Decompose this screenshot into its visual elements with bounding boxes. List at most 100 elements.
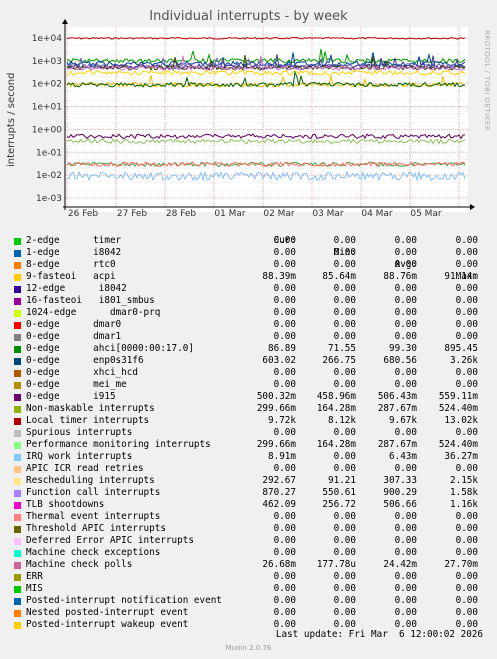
legend-min: 0.00 — [333, 523, 356, 534]
legend-name: 0-edge dmar1 — [26, 331, 122, 342]
legend-swatch — [14, 406, 21, 413]
legend-avg: 0.00 — [394, 511, 417, 522]
x-tick-label: 01 Mar — [214, 209, 246, 219]
legend-row: 0-edge i915 500.32m 458.96m 506.43m 559.11m — [0, 391, 497, 403]
legend-avg: 0.00 — [394, 283, 417, 294]
legend-row: 1-edge i8042 0.00 0.00 0.00 0.00 — [0, 247, 497, 259]
x-tick-label: 26 Feb — [68, 209, 99, 219]
x-tick-label: 02 Mar — [263, 209, 295, 219]
legend-row: Spurious interrupts 0.00 0.00 0.00 0.00 — [0, 427, 497, 439]
legend-swatch — [14, 298, 21, 305]
legend-cur: 0.00 — [273, 595, 296, 606]
legend-swatch — [14, 514, 21, 521]
legend-name: MIS — [26, 583, 43, 594]
legend-avg: 0.00 — [394, 331, 417, 342]
legend-row: 0-edge mei_me 0.00 0.00 0.00 0.00 — [0, 379, 497, 391]
legend-min: 91.21 — [328, 475, 356, 486]
legend-name: 2-edge timer — [26, 235, 122, 246]
legend-avg: 0.00 — [394, 379, 417, 390]
legend-cur: 0.00 — [273, 307, 296, 318]
legend-name: Thermal event interrupts — [26, 511, 161, 522]
x-tick-label: 05 Mar — [410, 209, 442, 219]
legend-row: 8-edge rtc0 0.00 0.00 0.00 0.00 — [0, 259, 497, 271]
y-tick-label: 1e-02 — [36, 171, 62, 181]
legend-cur: 0.00 — [273, 283, 296, 294]
legend-max: 91.14m — [444, 271, 478, 282]
legend-row: Nested posted-interrupt event 0.00 0.00 0.0… — [0, 607, 497, 619]
legend-row: Threshold APIC interrupts 0.00 0.00 0.00 0.0… — [0, 523, 497, 535]
legend-name: 0-edge enp0s31f6 — [26, 355, 144, 366]
legend-name: 0-edge dmar0 — [26, 319, 122, 330]
legend-swatch — [14, 370, 21, 377]
legend-swatch — [14, 538, 21, 545]
legend-row: 0-edge dmar1 0.00 0.00 0.00 0.00 — [0, 331, 497, 343]
legend-avg: 0.00 — [394, 367, 417, 378]
x-tick-label: 28 Feb — [166, 209, 197, 219]
legend-max: 0.00 — [455, 235, 478, 246]
legend-name: TLB shootdowns — [26, 499, 105, 510]
legend-swatch — [14, 310, 21, 317]
legend-swatch — [14, 526, 21, 533]
legend-min: 458.96m — [316, 391, 356, 402]
legend-avg: 0.00 — [394, 247, 417, 258]
y-tick-label: 1e+01 — [32, 103, 62, 113]
legend-cur: 88.39m — [262, 271, 296, 282]
legend-avg: 287.67m — [377, 439, 417, 450]
legend-row: Rescheduling interrupts 292.67 91.21 307.33… — [0, 475, 497, 487]
legend-row: Thermal event interrupts 0.00 0.00 0.00 0.00 — [0, 511, 497, 523]
legend-row: Performance monitoring interrupts 299.66m… — [0, 439, 497, 451]
legend-swatch — [14, 562, 21, 569]
legend-swatch — [14, 466, 21, 473]
legend-row: 0-edge xhci_hcd 0.00 0.00 0.00 0.00 — [0, 367, 497, 379]
legend-name: APIC ICR read retries — [26, 463, 144, 474]
legend-cur: 0.00 — [273, 523, 296, 534]
legend-min: 0.00 — [333, 367, 356, 378]
legend-min: 0.00 — [333, 379, 356, 390]
legend-swatch — [14, 550, 21, 557]
y-tick-label: 1e+00 — [32, 125, 63, 135]
legend-swatch — [14, 610, 21, 617]
legend-min: 0.00 — [333, 307, 356, 318]
legend-cur: 0.00 — [273, 547, 296, 558]
legend-row: MIS 0.00 0.00 0.00 0.00 — [0, 583, 497, 595]
legend-name: 0-edge mei_me — [26, 379, 127, 390]
legend-name: 1024-edge dmar0-prq — [26, 307, 161, 318]
legend-max: 27.70m — [444, 559, 478, 570]
x-tick-label: 04 Mar — [361, 209, 393, 219]
legend-name: 12-edge i8042 — [26, 283, 127, 294]
legend-row: 1024-edge dmar0-prq 0.00 0.00 0.00 0.00 — [0, 307, 497, 319]
y-tick-label: 1e-03 — [36, 194, 62, 204]
legend-avg: 680.56 — [383, 355, 417, 366]
legend-swatch — [14, 394, 21, 401]
legend-max: 524.40m — [438, 439, 478, 450]
legend-min: 85.64m — [322, 271, 356, 282]
legend-min: 0.00 — [333, 547, 356, 558]
legend-max: 0.00 — [455, 259, 478, 270]
legend-min: 0.00 — [333, 259, 356, 270]
legend-name: 8-edge rtc0 — [26, 259, 116, 270]
legend-min: 0.00 — [333, 535, 356, 546]
legend-max: 13.02k — [444, 415, 478, 426]
legend-min: 164.28m — [316, 439, 356, 450]
legend-avg: 9.67k — [389, 415, 417, 426]
legend-name: Performance monitoring interrupts — [26, 439, 211, 450]
legend-avg: 506.66 — [383, 499, 417, 510]
legend-max: 0.00 — [455, 367, 478, 378]
legend-max: 559.11m — [438, 391, 478, 402]
legend-swatch — [14, 442, 21, 449]
legend-min: 0.00 — [333, 331, 356, 342]
legend-cur: 8.91m — [268, 451, 296, 462]
y-tick-label: 1e+03 — [32, 57, 62, 67]
legend-row: Local timer interrupts 9.72k 8.12k 9.67k 13.… — [0, 415, 497, 427]
legend-max: 3.26k — [450, 355, 478, 366]
legend-name: 9-fasteoi acpi — [26, 271, 116, 282]
legend-swatch — [14, 490, 21, 497]
legend-min: 0.00 — [333, 511, 356, 522]
legend-swatch — [14, 274, 21, 281]
legend-max: 0.00 — [455, 283, 478, 294]
legend-name: Non-maskable interrupts — [26, 403, 155, 414]
legend-swatch — [14, 478, 21, 485]
legend-swatch — [14, 238, 21, 245]
legend-swatch — [14, 358, 21, 365]
legend-name: Threshold APIC interrupts — [26, 523, 166, 534]
